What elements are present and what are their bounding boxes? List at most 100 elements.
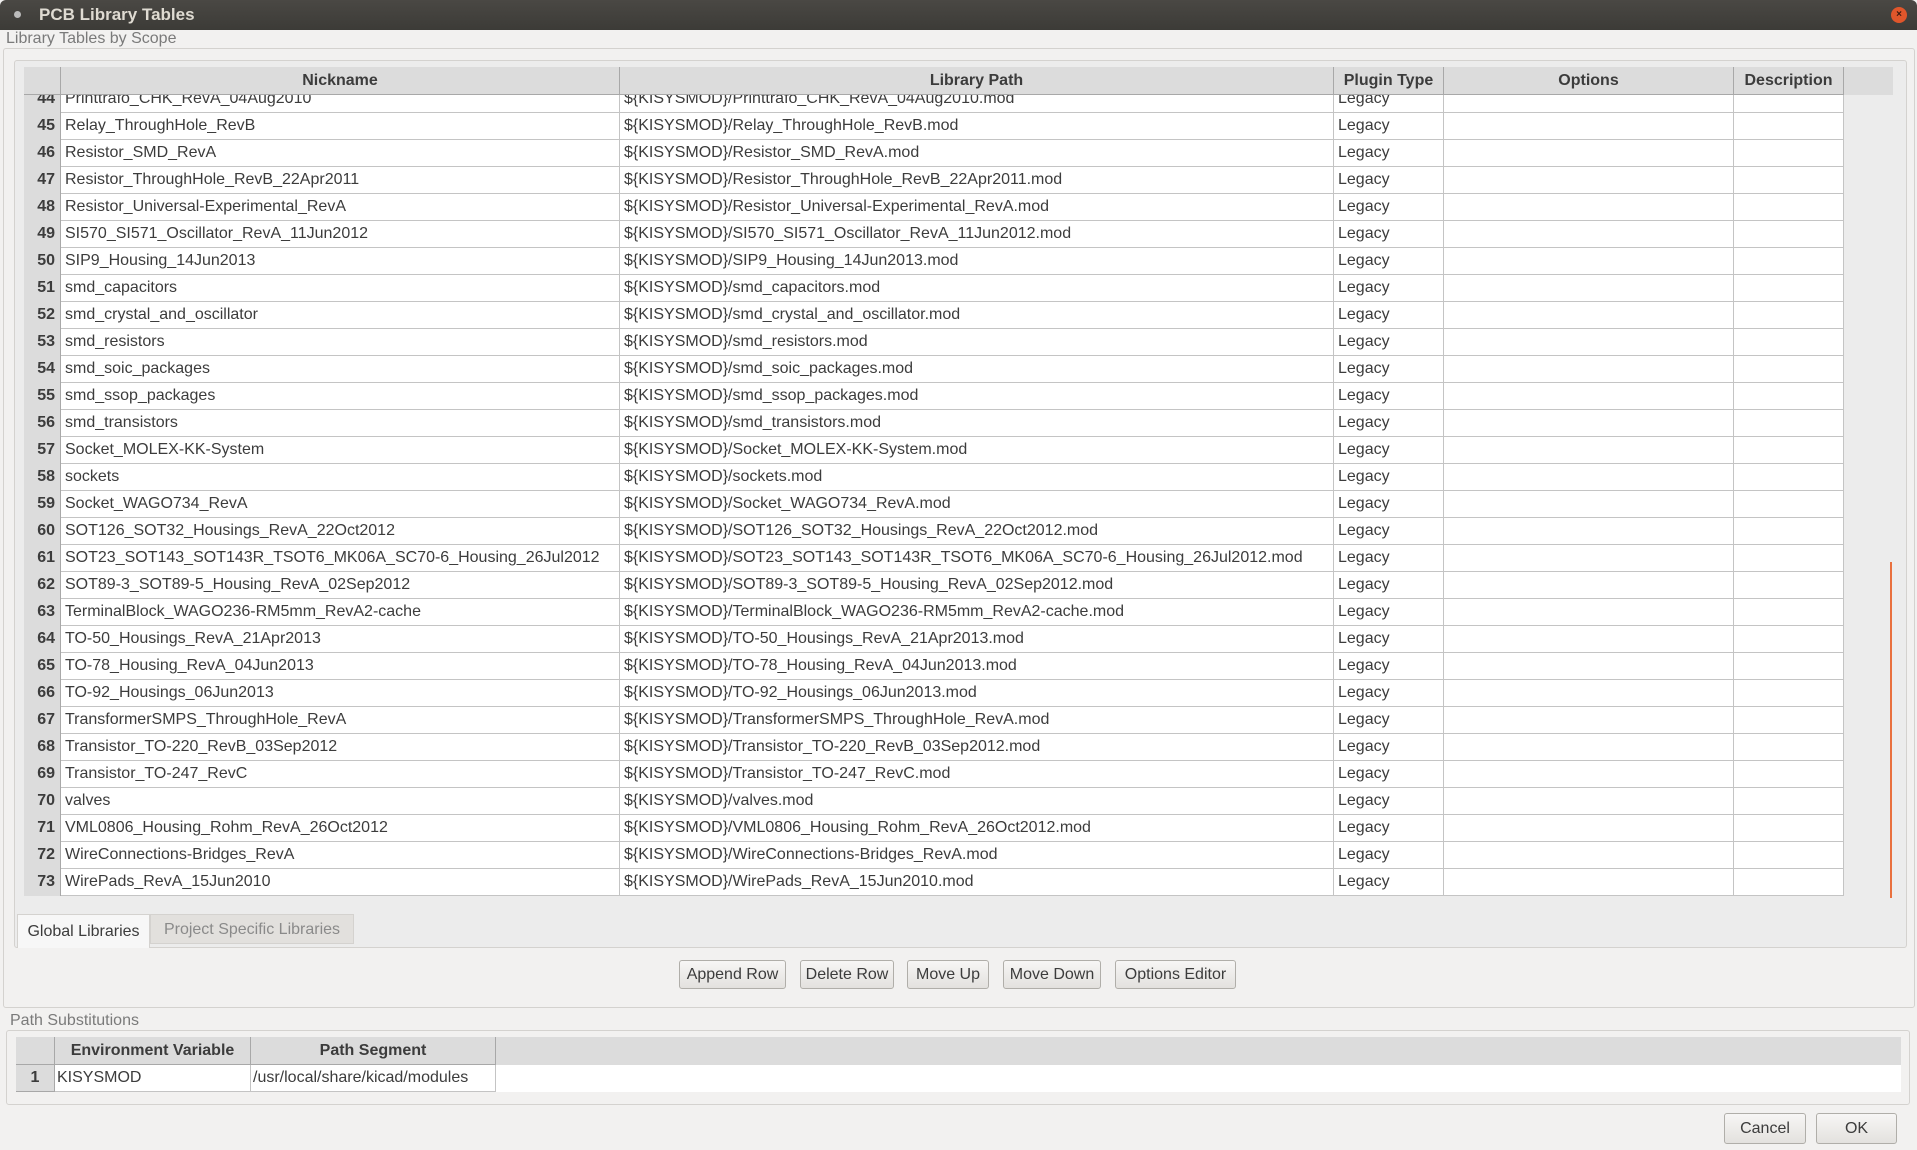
options-cell[interactable] [1444,788,1734,815]
table-row[interactable]: 46 Resistor_SMD_RevA ${KISYSMOD}/Resistor_… [24,140,1844,167]
table-row[interactable]: 67 TransformerSMPS_ThroughHole_RevA ${KISY… [24,707,1844,734]
nickname-cell[interactable]: Relay_ThroughHole_RevB [61,113,620,140]
delete-row-button[interactable]: Delete Row [800,960,894,989]
library-path-cell[interactable]: ${KISYSMOD}/Transistor_TO-247_RevC.mod [620,761,1334,788]
nickname-cell[interactable]: smd_ssop_packages [61,383,620,410]
library-path-cell[interactable]: ${KISYSMOD}/Socket_WAGO734_RevA.mod [620,491,1334,518]
library-path-cell[interactable]: ${KISYSMOD}/smd_resistors.mod [620,329,1334,356]
table-row[interactable]: 62 SOT89-3_SOT89-5_Housing_RevA_02Sep2012… [24,572,1844,599]
library-path-cell[interactable]: ${KISYSMOD}/WireConnections-Bridges_RevA… [620,842,1334,869]
description-cell[interactable] [1734,140,1844,167]
options-cell[interactable] [1444,869,1734,896]
library-path-cell[interactable]: ${KISYSMOD}/SOT126_SOT32_Housings_RevA_2… [620,518,1334,545]
table-row[interactable]: 48 Resistor_Universal-Experimental_RevA ${… [24,194,1844,221]
plugin-type-cell[interactable]: Legacy [1334,275,1444,302]
library-path-cell[interactable]: ${KISYSMOD}/TO-92_Housings_06Jun2013.mod [620,680,1334,707]
plugin-type-cell[interactable]: Legacy [1334,437,1444,464]
plugin-type-cell[interactable]: Legacy [1334,248,1444,275]
options-cell[interactable] [1444,815,1734,842]
options-cell[interactable] [1444,680,1734,707]
table-row[interactable]: 47 Resistor_ThroughHole_RevB_22Apr2011 ${K… [24,167,1844,194]
options-cell[interactable] [1444,545,1734,572]
table-row[interactable]: 71 VML0806_Housing_Rohm_RevA_26Oct2012 ${K… [24,815,1844,842]
nickname-cell[interactable]: smd_resistors [61,329,620,356]
window-menu-icon[interactable] [14,11,21,18]
description-cell[interactable] [1734,653,1844,680]
table-row[interactable]: 64 TO-50_Housings_RevA_21Apr2013 ${KISYSMO… [24,626,1844,653]
description-cell[interactable] [1734,491,1844,518]
options-cell[interactable] [1444,140,1734,167]
library-path-cell[interactable]: ${KISYSMOD}/TerminalBlock_WAGO236-RM5mm_… [620,599,1334,626]
plugin-type-cell[interactable]: Legacy [1334,734,1444,761]
library-path-cell[interactable]: ${KISYSMOD}/Resistor_SMD_RevA.mod [620,140,1334,167]
plugin-type-cell[interactable]: Legacy [1334,653,1444,680]
description-cell[interactable] [1734,113,1844,140]
table-row[interactable]: 53 smd_resistors ${KISYSMOD}/smd_resistors… [24,329,1844,356]
nickname-cell[interactable]: smd_transistors [61,410,620,437]
plugin-type-cell[interactable]: Legacy [1334,221,1444,248]
table-row[interactable]: 65 TO-78_Housing_RevA_04Jun2013 ${KISYSMOD… [24,653,1844,680]
nickname-cell[interactable]: SIP9_Housing_14Jun2013 [61,248,620,275]
options-cell[interactable] [1444,626,1734,653]
library-path-cell[interactable]: ${KISYSMOD}/WirePads_RevA_15Jun2010.mod [620,869,1334,896]
library-path-cell[interactable]: ${KISYSMOD}/TO-50_Housings_RevA_21Apr201… [620,626,1334,653]
library-path-cell[interactable]: ${KISYSMOD}/SOT89-3_SOT89-5_Housing_RevA… [620,572,1334,599]
description-cell[interactable] [1734,626,1844,653]
column-header-plugin-type[interactable]: Plugin Type [1334,67,1444,95]
nickname-cell[interactable]: smd_capacitors [61,275,620,302]
library-path-cell[interactable]: ${KISYSMOD}/SI570_SI571_Oscillator_RevA_… [620,221,1334,248]
options-cell[interactable] [1444,842,1734,869]
nickname-cell[interactable]: VML0806_Housing_Rohm_RevA_26Oct2012 [61,815,620,842]
library-path-cell[interactable]: ${KISYSMOD}/SOT23_SOT143_SOT143R_TSOT6_M… [620,545,1334,572]
append-row-button[interactable]: Append Row [679,960,786,989]
plugin-type-cell[interactable]: Legacy [1334,410,1444,437]
description-cell[interactable] [1734,869,1844,896]
options-cell[interactable] [1444,275,1734,302]
description-cell[interactable] [1734,95,1844,113]
library-path-cell[interactable]: ${KISYSMOD}/smd_capacitors.mod [620,275,1334,302]
description-cell[interactable] [1734,221,1844,248]
nickname-cell[interactable]: sockets [61,464,620,491]
description-cell[interactable] [1734,329,1844,356]
nickname-cell[interactable]: valves [61,788,620,815]
library-path-cell[interactable]: ${KISYSMOD}/sockets.mod [620,464,1334,491]
table-row[interactable]: 57 Socket_MOLEX-KK-System ${KISYSMOD}/Sock… [24,437,1844,464]
description-cell[interactable] [1734,572,1844,599]
column-header-options[interactable]: Options [1444,67,1734,95]
description-cell[interactable] [1734,410,1844,437]
options-cell[interactable] [1444,599,1734,626]
plugin-type-cell[interactable]: Legacy [1334,545,1444,572]
nickname-cell[interactable]: Resistor_Universal-Experimental_RevA [61,194,620,221]
description-cell[interactable] [1734,437,1844,464]
description-cell[interactable] [1734,599,1844,626]
close-icon[interactable]: × [1891,7,1907,23]
description-cell[interactable] [1734,815,1844,842]
table-row[interactable]: 60 SOT126_SOT32_Housings_RevA_22Oct2012 ${… [24,518,1844,545]
options-cell[interactable] [1444,302,1734,329]
nickname-cell[interactable]: Resistor_ThroughHole_RevB_22Apr2011 [61,167,620,194]
table-row[interactable]: 55 smd_ssop_packages ${KISYSMOD}/smd_ssop_… [24,383,1844,410]
description-cell[interactable] [1734,356,1844,383]
nickname-cell[interactable]: SI570_SI571_Oscillator_RevA_11Jun2012 [61,221,620,248]
library-path-cell[interactable]: ${KISYSMOD}/smd_crystal_and_oscillator.m… [620,302,1334,329]
plugin-type-cell[interactable]: Legacy [1334,626,1444,653]
plugin-type-cell[interactable]: Legacy [1334,707,1444,734]
plugin-type-cell[interactable]: Legacy [1334,140,1444,167]
nickname-cell[interactable]: WireConnections-Bridges_RevA [61,842,620,869]
nickname-cell[interactable]: Socket_MOLEX-KK-System [61,437,620,464]
options-cell[interactable] [1444,95,1734,113]
nickname-cell[interactable]: TO-50_Housings_RevA_21Apr2013 [61,626,620,653]
plugin-type-cell[interactable]: Legacy [1334,302,1444,329]
options-cell[interactable] [1444,329,1734,356]
table-row[interactable]: 45 Relay_ThroughHole_RevB ${KISYSMOD}/Rela… [24,113,1844,140]
plugin-type-cell[interactable]: Legacy [1334,815,1444,842]
options-cell[interactable] [1444,221,1734,248]
description-cell[interactable] [1734,464,1844,491]
options-editor-button[interactable]: Options Editor [1115,960,1236,989]
environment-variable-cell[interactable]: KISYSMOD [55,1065,251,1092]
move-up-button[interactable]: Move Up [907,960,989,989]
nickname-cell[interactable]: TransformerSMPS_ThroughHole_RevA [61,707,620,734]
column-header-environment-variable[interactable]: Environment Variable [55,1037,251,1065]
move-down-button[interactable]: Move Down [1003,960,1101,989]
nickname-cell[interactable]: smd_crystal_and_oscillator [61,302,620,329]
